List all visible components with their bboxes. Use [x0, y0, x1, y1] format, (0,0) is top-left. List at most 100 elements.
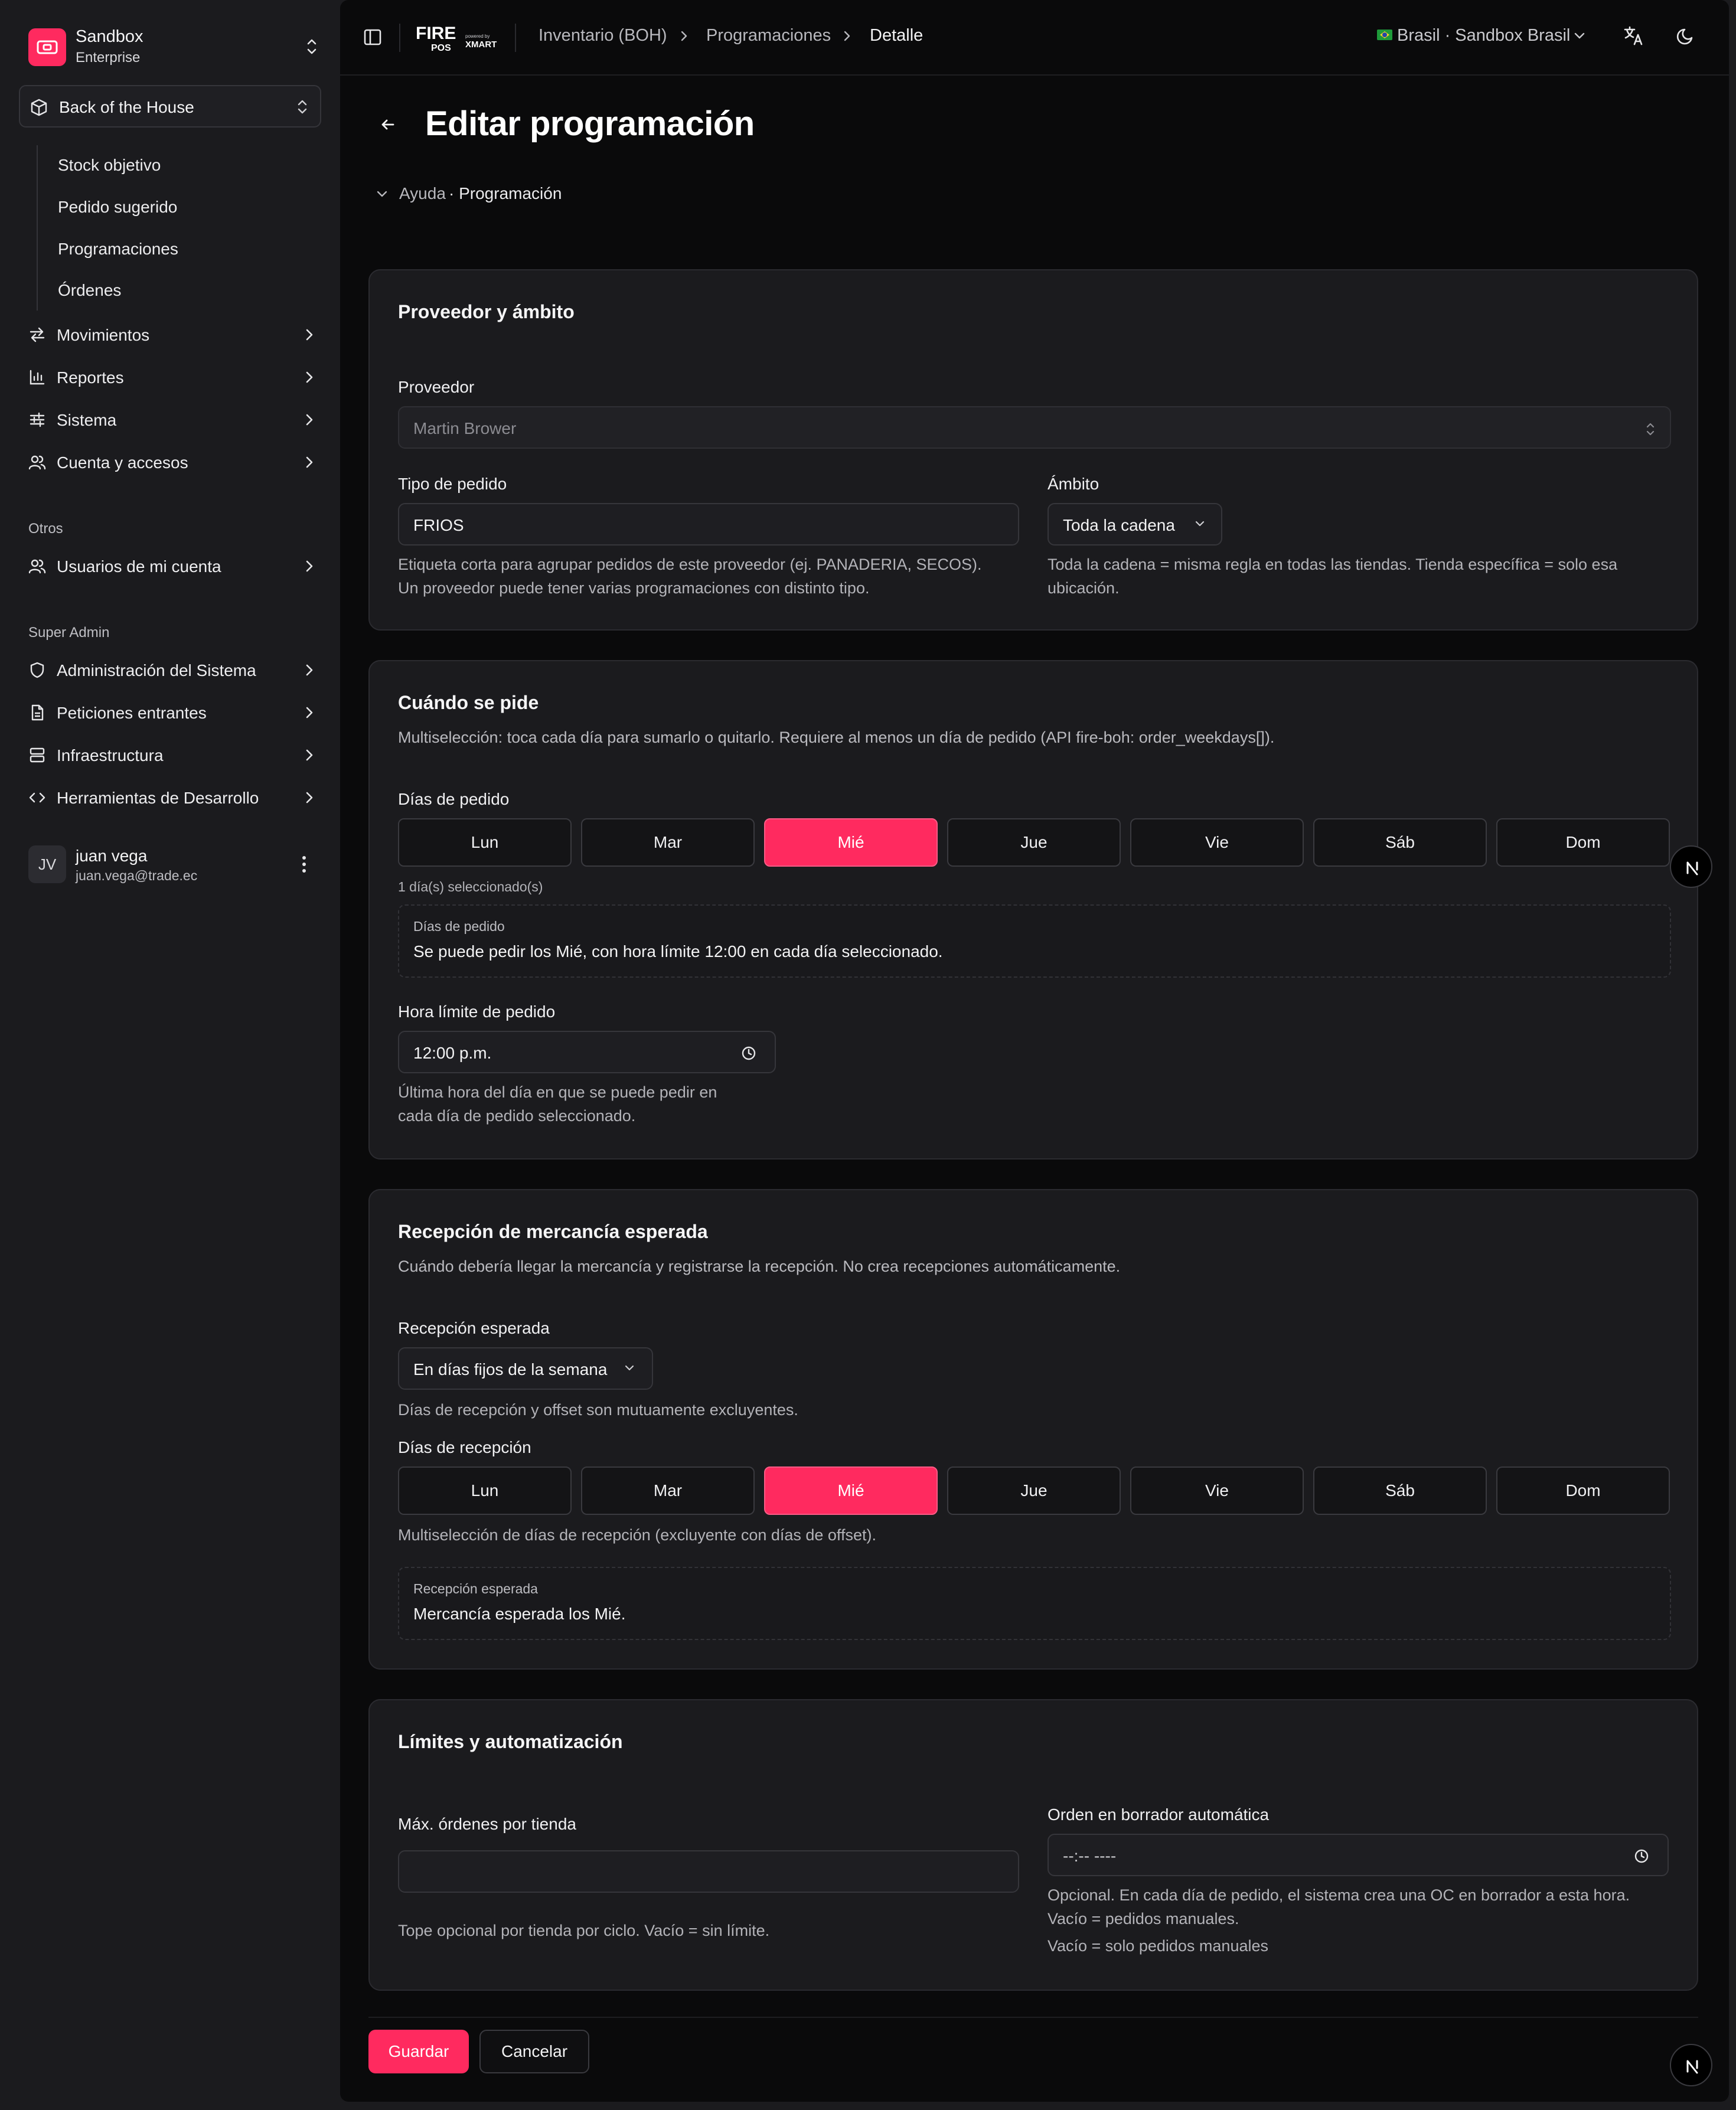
day-vie[interactable]: Vie — [1130, 818, 1304, 867]
breadcrumb-programaciones[interactable]: Programaciones — [706, 26, 831, 45]
logo-pos-text: POS — [431, 43, 451, 53]
clock-icon — [1634, 1849, 1649, 1863]
borrador-time-input[interactable]: --:-- ---- — [1048, 1834, 1669, 1876]
rday-dom[interactable]: Dom — [1496, 1466, 1670, 1515]
rday-jue[interactable]: Jue — [947, 1466, 1121, 1515]
dias-recepcion-label: Días de recepción — [398, 1438, 531, 1456]
day-dom[interactable]: Dom — [1496, 818, 1670, 867]
save-button[interactable]: Guardar — [368, 2030, 469, 2073]
sidebar-item-reportes[interactable]: Reportes — [28, 361, 315, 394]
box-icon — [31, 99, 47, 116]
summary-label: Recepción esperada — [413, 1581, 538, 1596]
ambito-select[interactable]: Toda la cadena — [1048, 503, 1222, 546]
hora-value: 12:00 p.m. — [413, 1044, 492, 1062]
topbar: FIRE POS powered by XMART Inventario (BO… — [340, 0, 1729, 76]
order-days: Lun Mar Mié Jue Vie Sáb Dom — [398, 818, 1671, 868]
chevron-right-icon — [681, 31, 687, 41]
rday-vie[interactable]: Vie — [1130, 1466, 1304, 1515]
card-cuando: Cuándo se pide Multiselección: toca cada… — [368, 660, 1698, 1159]
section-label-otros: Otros — [28, 521, 63, 537]
cancel-button[interactable]: Cancelar — [479, 2030, 589, 2073]
users-icon — [28, 455, 46, 470]
card-title: Proveedor y ámbito — [398, 301, 575, 322]
tipo-label: Tipo de pedido — [398, 475, 507, 493]
max-ordenes-input[interactable] — [398, 1850, 1019, 1893]
page-title: Editar programación — [425, 104, 755, 143]
code-icon — [29, 792, 45, 803]
divider — [399, 24, 400, 52]
sidebar-subitem-ordenes[interactable]: Órdenes — [58, 281, 121, 300]
reception-days: Lun Mar Mié Jue Vie Sáb Dom — [398, 1466, 1671, 1516]
hora-label: Hora límite de pedido — [398, 1002, 556, 1021]
rday-mie[interactable]: Mié — [764, 1466, 938, 1515]
sidebar-item-cuenta[interactable]: Cuenta y accesos — [28, 446, 315, 479]
sidebar-subitem-stock[interactable]: Stock objetivo — [58, 156, 161, 175]
borrador-hint: Opcional. En cada día de pedido, el sist… — [1048, 1883, 1685, 1958]
sidebar: Sandbox Enterprise Back of the House Sto… — [0, 0, 340, 2110]
sidebar-item-label: Cuenta y accesos — [57, 453, 188, 472]
breadcrumb-inventario[interactable]: Inventario (BOH) — [539, 26, 667, 45]
moon-icon[interactable] — [1676, 26, 1696, 46]
shield-icon — [30, 662, 44, 678]
chevron-right-icon — [306, 664, 313, 676]
sidebar-subitem-pedido[interactable]: Pedido sugerido — [58, 198, 177, 217]
sidebar-item-peticiones[interactable]: Peticiones entrantes — [28, 697, 315, 730]
day-mar[interactable]: Mar — [581, 818, 755, 867]
module-selector[interactable]: Back of the House — [19, 85, 321, 128]
card-desc: Multiselección: toca cada día para sumar… — [398, 729, 1275, 746]
proveedor-select[interactable]: Martin Brower — [398, 406, 1671, 449]
translate-icon[interactable] — [1623, 25, 1645, 47]
day-mie[interactable]: Mié — [764, 818, 938, 867]
chevron-right-icon — [306, 707, 313, 718]
chevron-right-icon — [306, 414, 313, 426]
sidebar-item-label: Movimientos — [57, 326, 150, 344]
sidebar-item-label: Reportes — [57, 368, 124, 387]
rday-sab[interactable]: Sáb — [1313, 1466, 1487, 1515]
day-sab[interactable]: Sáb — [1313, 818, 1487, 867]
hint-line: cada día de pedido seleccionado. — [398, 1107, 636, 1125]
bar-chart-icon — [30, 370, 45, 385]
server-icon — [30, 747, 45, 763]
sidebar-item-usuarios[interactable]: Usuarios de mi cuenta — [28, 550, 315, 583]
ambito-value: Toda la cadena — [1063, 516, 1175, 534]
sidebar-item-sistema[interactable]: Sistema — [28, 404, 315, 437]
hint-line: Vacío = solo pedidos manuales — [1048, 1937, 1268, 1955]
sidebar-subitem-programaciones[interactable]: Programaciones — [58, 240, 178, 259]
hora-limite-input[interactable]: 12:00 p.m. — [398, 1031, 776, 1073]
summary-text: Se puede pedir los Mié, con hora límite … — [413, 942, 943, 961]
more-vertical-icon[interactable] — [301, 855, 307, 874]
org-name: Sandbox — [76, 27, 143, 46]
card-desc: Cuándo debería llegar la mercancía y reg… — [398, 1257, 1121, 1275]
nextjs-indicator-icon[interactable] — [1670, 845, 1712, 888]
sidebar-item-movimientos[interactable]: Movimientos — [28, 319, 315, 352]
main-panel: FIRE POS powered by XMART Inventario (BO… — [340, 0, 1729, 2102]
nextjs-indicator-icon[interactable] — [1670, 2044, 1712, 2086]
hint-line: Vacío = pedidos manuales. — [1048, 1910, 1239, 1928]
max-ordenes-label: Máx. órdenes por tienda — [398, 1815, 576, 1833]
chevrons-up-down-icon — [307, 39, 316, 54]
back-arrow-icon[interactable] — [379, 116, 397, 133]
sidebar-item-infraestructura[interactable]: Infraestructura — [28, 739, 315, 772]
summary-label: Días de pedido — [413, 919, 505, 934]
org-switcher[interactable]: Sandbox Enterprise — [18, 24, 325, 71]
day-jue[interactable]: Jue — [947, 818, 1121, 867]
sidebar-item-herramientas[interactable]: Herramientas de Desarrollo — [28, 782, 315, 815]
recepcion-esperada-select[interactable]: En días fijos de la semana — [398, 1347, 653, 1390]
day-lun[interactable]: Lun — [398, 818, 572, 867]
flag-brasil-icon — [1377, 30, 1392, 40]
tipo-input[interactable]: FRIOS — [398, 503, 1019, 546]
sidebar-item-administracion[interactable]: Administración del Sistema — [28, 654, 315, 687]
rday-mar[interactable]: Mar — [581, 1466, 755, 1515]
help-value: · Programación — [449, 184, 562, 202]
user-menu[interactable]: JV juan vega juan.vega@trade.ec — [28, 843, 316, 886]
recepcion-esperada-hint: Días de recepción y offset son mutuament… — [398, 1401, 798, 1419]
chevron-down-icon — [625, 1365, 634, 1371]
rday-lun[interactable]: Lun — [398, 1466, 572, 1515]
clock-icon — [742, 1046, 756, 1060]
chevron-right-icon — [306, 371, 313, 383]
sidebar-toggle-icon[interactable] — [363, 27, 383, 47]
user-email: juan.vega@trade.ec — [76, 868, 198, 883]
hint-line: Última hora del día en que se puede pedi… — [398, 1083, 717, 1101]
logo-fire-text: FIRE — [416, 24, 456, 43]
country-selector[interactable]: Brasil · Sandbox Brasil — [1397, 26, 1570, 45]
